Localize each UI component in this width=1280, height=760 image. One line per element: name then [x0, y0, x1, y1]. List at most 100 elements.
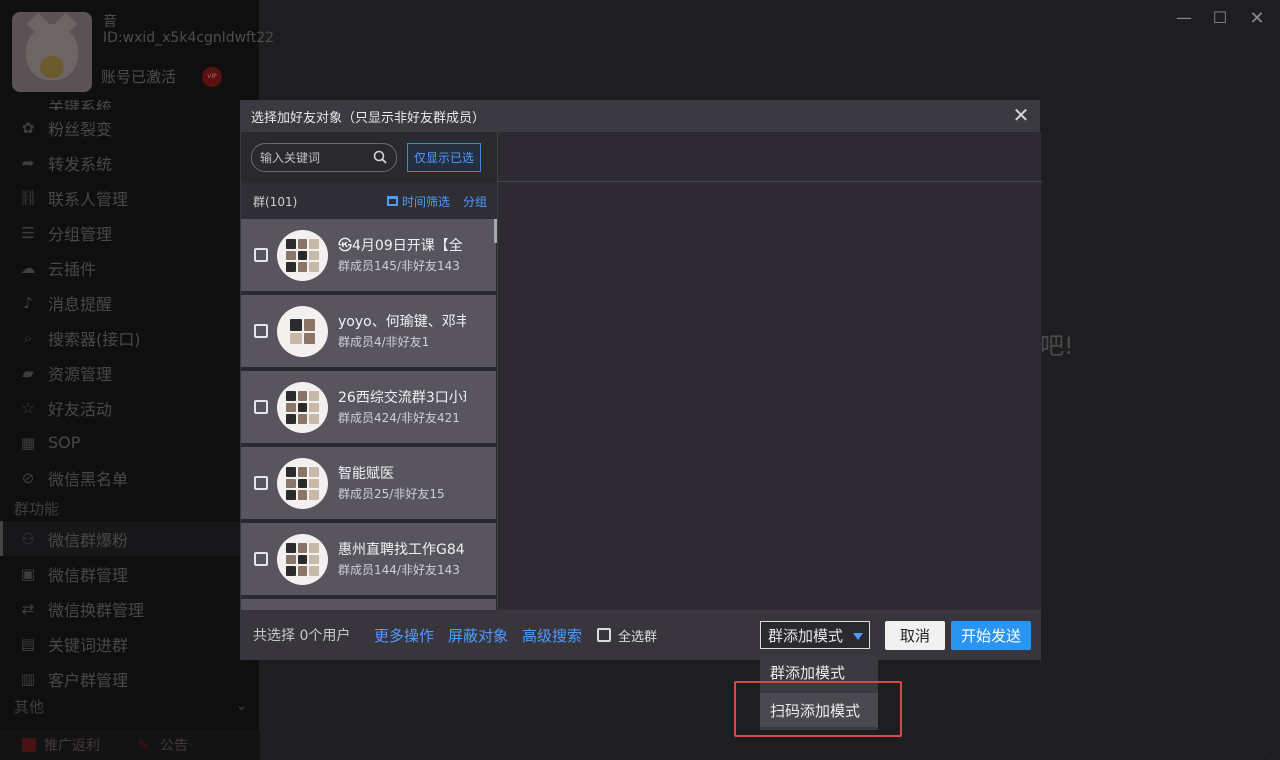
group-row[interactable]: 26西综交流群3口小班 群成员424/非好友421 — [241, 371, 496, 443]
add-mode-select[interactable]: 群添加模式 — [760, 621, 870, 649]
group-checkbox[interactable] — [254, 400, 268, 414]
profile-id: ID:wxid_x5k4cgnldwft22 — [103, 30, 275, 46]
group-avatar — [277, 306, 328, 357]
sidebar-item-blacklist[interactable]: ⊘ 微信黑名单 — [0, 460, 260, 495]
group-button[interactable]: 分组 — [463, 193, 487, 210]
search-input[interactable] — [260, 149, 370, 167]
sidebar-menu: 关键系统 ✿ 粉丝裂变 ➦ 转发系统 ⛓ 联系人管理 ☰ 分组管理 ☁ 云插件 ♪ 消息提醒… — [0, 100, 260, 716]
maximize-icon[interactable]: ☐ — [1208, 8, 1232, 32]
calendar-icon — [387, 196, 398, 206]
add-friend-dialog: 选择加好友对象（只显示非好友群成员） ✕ 仅显示已选 群(101) 时间筛选 分… — [240, 100, 1042, 660]
start-send-button[interactable]: 开始发送 — [951, 621, 1031, 650]
search-icon[interactable] — [373, 150, 387, 164]
search-field[interactable] — [251, 143, 397, 172]
share-arrow-icon: ➦ — [21, 153, 35, 172]
sidebar-item-cloud[interactable]: ☁ 云插件 — [0, 250, 260, 285]
sidebar-item-fans[interactable]: ✿ 粉丝裂变 — [0, 110, 260, 145]
group-checkbox[interactable] — [254, 476, 268, 490]
chevron-down-icon: ⌄ — [235, 696, 248, 714]
promo-link[interactable]: 推广返利 — [22, 735, 100, 755]
sidebar-item-group-swap[interactable]: ⇄ 微信换群管理 — [0, 591, 260, 626]
sidebar-item-forward[interactable]: ➦ 转发系统 — [0, 145, 260, 180]
dialog-title: 选择加好友对象（只显示非好友群成员） — [251, 111, 486, 126]
minimize-icon[interactable]: — — [1172, 8, 1196, 32]
sidebar-item-group-fans[interactable]: ⚇ 微信群爆粉 — [0, 521, 260, 556]
resize-grip-icon[interactable]: ⋰ — [1264, 745, 1274, 756]
group-checkbox[interactable] — [254, 248, 268, 262]
group-name: 26西综交流群3口小班 — [338, 390, 466, 406]
group-avatar — [277, 230, 328, 281]
notice-link[interactable]: ✎ 公告 — [138, 735, 188, 755]
section-group-functions: 群功能 — [14, 499, 60, 518]
group-row[interactable]: 智能赋医 群成员25/非好友15 — [241, 447, 496, 519]
vip-badge-icon: VIP — [202, 67, 222, 87]
cancel-button[interactable]: 取消 — [885, 621, 945, 650]
group-member-count: 群成员424/非好友421 — [338, 411, 460, 425]
briefcase-icon: ▣ — [20, 564, 36, 583]
group-checkbox[interactable] — [254, 552, 268, 566]
highlight-box — [734, 681, 902, 737]
divider — [498, 181, 1042, 182]
close-icon[interactable]: ✕ — [1245, 8, 1269, 32]
profile-panel: 音 ID:wxid_x5k4cgnldwft22 账号已激活 VIP — [0, 0, 274, 100]
sidebar-item-customer-group[interactable]: ▥ 客户群管理 — [0, 661, 260, 696]
group-count: 群(101) — [253, 194, 298, 209]
sidebar-item-keyword-join[interactable]: ▤ 关键词进群 — [0, 626, 260, 661]
sidebar-item-group-manage[interactable]: ▣ 微信群管理 — [0, 556, 260, 591]
group-row-partial[interactable] — [241, 599, 496, 610]
background-hint-text: 吧! — [1040, 332, 1074, 360]
group-member-count: 群成员25/非好友15 — [338, 487, 445, 501]
selected-count: 共选择 0个用户 — [253, 628, 351, 644]
group-member-count: 群成员145/非好友143 — [338, 259, 460, 273]
group-avatar — [277, 534, 328, 585]
group-list[interactable]: ㉿4月09日开课【全 群成员145/非好友143 yoyo、何瑜键、邓丰 群成员… — [241, 219, 497, 610]
group-avatar — [277, 458, 328, 509]
select-all-checkbox[interactable] — [597, 628, 611, 642]
profile-name: 音 — [103, 14, 117, 30]
group-name: 惠州直聘找工作G84 — [338, 542, 465, 558]
group-list-header: 群(101) 时间筛选 分组 — [241, 183, 497, 219]
ban-icon: ⊘ — [21, 468, 35, 487]
sidebar-item-contacts[interactable]: ⛓ 联系人管理 — [0, 180, 260, 215]
dialog-close-icon[interactable]: ✕ — [1009, 104, 1033, 128]
group-row[interactable]: 惠州直聘找工作G84 群成员144/非好友143 — [241, 523, 496, 595]
group-checkbox[interactable] — [254, 324, 268, 338]
more-ops-link[interactable]: 更多操作 — [374, 625, 434, 646]
users-icon: ✿ — [21, 118, 35, 137]
section-other[interactable]: 其他 ⌄ — [0, 696, 260, 716]
dialog-header: 选择加好友对象（只显示非好友群成员） ✕ — [241, 101, 1039, 132]
list-icon: ☰ — [21, 223, 35, 242]
advanced-search-link[interactable]: 高级搜索 — [522, 625, 582, 646]
sidebar-item-partial[interactable]: 关键系统 — [0, 100, 260, 110]
search-icon: ⌕ — [23, 328, 33, 347]
select-all-groups[interactable]: 全选群 — [597, 626, 657, 645]
only-selected-button[interactable]: 仅显示已选 — [407, 143, 481, 172]
star-icon: ☆ — [21, 398, 35, 417]
grid-icon: ▦ — [20, 433, 36, 452]
book-icon: ▥ — [20, 669, 36, 688]
group-name: yoyo、何瑜键、邓丰 — [338, 314, 466, 330]
sidebar-item-sop[interactable]: ▦ SOP — [0, 425, 260, 460]
group-avatar — [277, 382, 328, 433]
app-window: 音 ID:wxid_x5k4cgnldwft22 账号已激活 VIP 关键系统 … — [0, 0, 1280, 760]
group-row[interactable]: ㉿4月09日开课【全 群成员145/非好友143 — [241, 219, 496, 291]
folder-icon: ▰ — [22, 363, 34, 382]
megaphone-icon: ✎ — [138, 738, 150, 754]
account-status: 账号已激活 — [101, 68, 177, 86]
dialog-footer: 共选择 0个用户 更多操作 屏蔽对象 高级搜索 全选群 群添加模式 取消 开始发… — [241, 610, 1041, 660]
sidebar-item-activity[interactable]: ☆ 好友活动 — [0, 390, 260, 425]
block-targets-link[interactable]: 屏蔽对象 — [448, 625, 508, 646]
caret-down-icon — [853, 633, 863, 640]
sidebar-item-resources[interactable]: ▰ 资源管理 — [0, 355, 260, 390]
group-row[interactable]: yoyo、何瑜键、邓丰 群成员4/非好友1 — [241, 295, 496, 367]
group-name: 智能赋医 — [338, 466, 394, 482]
sidebar-item-search[interactable]: ⌕ 搜索器(接口) — [0, 320, 260, 355]
sidebar-footer: 推广返利 ✎ 公告 — [0, 730, 260, 760]
swap-icon: ⇄ — [21, 599, 35, 618]
sidebar-item-notify[interactable]: ♪ 消息提醒 — [0, 285, 260, 320]
group-member-count: 群成员4/非好友1 — [338, 335, 430, 349]
cloud-icon: ☁ — [20, 258, 36, 277]
avatar[interactable] — [12, 12, 92, 92]
sidebar-item-groups[interactable]: ☰ 分组管理 — [0, 215, 260, 250]
time-filter-button[interactable]: 时间筛选 — [387, 193, 450, 210]
